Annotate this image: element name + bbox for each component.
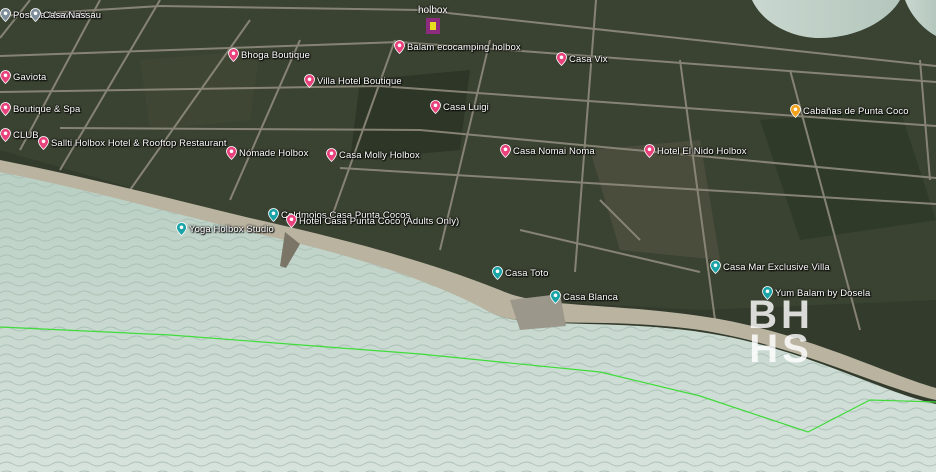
poi-boutique-spa[interactable]: Boutique & Spa	[0, 102, 80, 116]
poi-casa-nassau[interactable]: Casa Nassau	[30, 8, 101, 22]
pin-pink-icon	[394, 40, 405, 54]
pin-teal-icon	[176, 222, 187, 236]
pin-pink-icon	[38, 136, 49, 150]
poi-casa-luigi[interactable]: Casa Luigi	[430, 100, 489, 114]
poi-label: Casa Vix	[569, 53, 608, 65]
pin-teal-icon	[710, 260, 721, 274]
poi-label: Casa Blanca	[563, 291, 618, 303]
watermark: BH HS	[738, 295, 824, 371]
pin-grey-icon	[30, 8, 41, 22]
poi-label: Cabañas de Punta Coco	[803, 105, 909, 117]
pin-pink-icon	[286, 214, 297, 228]
poi-label: Gaviota	[13, 71, 47, 83]
poi-label: Casa Molly Holbox	[339, 149, 420, 161]
poi-label: Bhoga Boutique	[241, 49, 311, 61]
pin-pink-icon	[500, 144, 511, 158]
poi-hotel-el-nido[interactable]: Hotel El Nido Holbox	[644, 144, 747, 158]
satellite-map[interactable]: holbox Posada Mawimbi Casa Nassau Bhoga …	[0, 0, 936, 472]
pin-pink-icon	[0, 128, 11, 142]
pin-pink-icon	[304, 74, 315, 88]
poi-club[interactable]: CLUB	[0, 128, 39, 142]
poi-label: Hotel Casa Punta Coco (Adults Only)	[299, 215, 460, 227]
pin-grey-icon	[0, 8, 11, 22]
poi-casa-mar[interactable]: Casa Mar Exclusive Villa	[710, 260, 830, 274]
poi-gaviota[interactable]: Gaviota	[0, 70, 46, 84]
pin-pink-icon	[644, 144, 655, 158]
poi-casa-toto[interactable]: Casa Toto	[492, 266, 549, 280]
pin-pink-icon	[0, 70, 11, 84]
poi-label: Sallti Holbox Hotel & Rooftop Restaurant	[51, 137, 227, 149]
poi-label: Balam ecocamping holbox	[407, 41, 521, 53]
poi-casa-nomai-noma[interactable]: Casa Nomai Noma	[500, 144, 595, 158]
poi-sallti-holbox[interactable]: Sallti Holbox Hotel & Rooftop Restaurant	[38, 136, 227, 150]
pin-teal-icon	[268, 208, 279, 222]
poi-label: Casa Nassau	[43, 9, 102, 21]
pin-pink-icon	[226, 146, 237, 160]
pin-teal-icon	[550, 290, 561, 304]
poi-casa-molly[interactable]: Casa Molly Holbox	[326, 148, 420, 162]
pin-pink-icon	[228, 48, 239, 62]
poi-balam-ecocamping[interactable]: Balam ecocamping holbox	[394, 40, 521, 54]
pin-pink-icon	[556, 52, 567, 66]
pin-pink-icon	[430, 100, 441, 114]
poi-label: CLUB	[13, 129, 39, 141]
pin-pink-icon	[0, 102, 11, 116]
poi-label: Boutique & Spa	[13, 103, 81, 115]
poi-label: Casa Nomai Noma	[513, 145, 595, 157]
poi-label: Hotel El Nido Holbox	[657, 145, 747, 157]
pin-pink-icon	[326, 148, 337, 162]
poi-casa-vix[interactable]: Casa Vix	[556, 52, 608, 66]
poi-hotel-casa-punta-coco[interactable]: Hotel Casa Punta Coco (Adults Only)	[286, 214, 459, 228]
poi-yoga-holbox-studio[interactable]: Yoga Holbox Studio	[176, 222, 274, 236]
pin-teal-icon	[492, 266, 503, 280]
poi-bhoga-boutique[interactable]: Bhoga Boutique	[228, 48, 310, 62]
town-label: holbox	[418, 5, 448, 16]
poi-label: Casa Toto	[505, 267, 549, 279]
poi-label: Nómade Holbox	[239, 147, 309, 159]
poi-label: Casa Mar Exclusive Villa	[723, 261, 830, 273]
poi-label: Casa Luigi	[443, 101, 489, 113]
satellite-imagery	[0, 0, 936, 472]
pin-orange-icon	[790, 104, 801, 118]
poi-nomade-holbox[interactable]: Nómade Holbox	[226, 146, 308, 160]
poi-label: Yoga Holbox Studio	[189, 223, 274, 235]
watermark-line: HS	[749, 327, 813, 371]
poi-casa-blanca[interactable]: Casa Blanca	[550, 290, 618, 304]
poi-cabanas-punta-coco[interactable]: Cabañas de Punta Coco	[790, 104, 909, 118]
poi-label: Villa Hotel Boutique	[317, 75, 402, 87]
poi-villa-hotel-boutique[interactable]: Villa Hotel Boutique	[304, 74, 402, 88]
